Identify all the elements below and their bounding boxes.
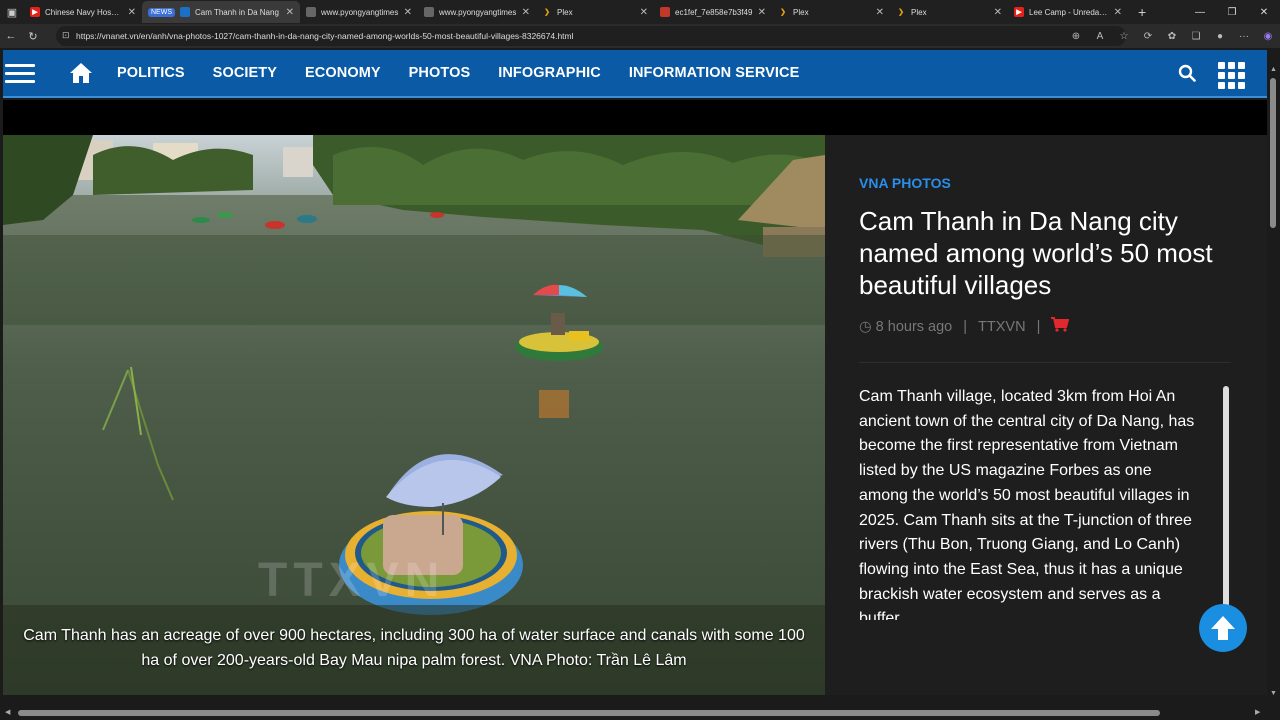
tab-title: Lee Camp - Unredacted [1029,7,1110,17]
browser-tab[interactable]: NEWS Cam Thanh in Da Nang ✕ [142,1,300,23]
url-text: https://vnanet.vn/en/anh/vna-photos-1027… [76,31,574,41]
close-tab-icon[interactable]: ✕ [1114,7,1122,18]
close-tab-icon[interactable]: ✕ [522,7,530,18]
site-navigation: POLITICS SOCIETY ECONOMY PHOTOS INFOGRAP… [3,50,1267,98]
image-icon [660,7,670,17]
scroll-right-arrow-icon[interactable]: ▶ [1255,708,1260,716]
nav-politics[interactable]: POLITICS [117,65,185,81]
tab-title: www.pyongyangtimes [439,7,517,17]
tab-title: Plex [557,7,573,17]
meta-separator: | [1036,318,1041,335]
youtube-icon: ▶ [30,7,40,17]
page-horizontal-scrollbar[interactable]: ◀ ▶ [0,705,1280,720]
scrollbar-thumb[interactable] [1270,78,1276,228]
browser-tab[interactable]: ❯ Plex ✕ [890,1,1008,23]
scroll-left-arrow-icon[interactable]: ◀ [5,708,10,716]
browser-tab[interactable]: ec1fef_7e858e7b3f49 ✕ [654,1,772,23]
tab-title: Cam Thanh in Da Nang [195,7,279,17]
cart-icon[interactable] [1051,317,1070,336]
scroll-up-arrow-icon[interactable]: ▲ [1267,66,1280,73]
tab-group-badge[interactable]: NEWS [148,7,175,17]
article-source: TTXVN [978,318,1026,335]
top-spacer [3,100,1267,135]
close-window-icon[interactable]: ✕ [1248,0,1280,24]
nav-economy[interactable]: ECONOMY [305,65,381,81]
plex-icon: ❯ [544,9,550,16]
search-icon[interactable] [1178,64,1196,87]
globe-icon [424,7,434,17]
article-body-scrollbar[interactable] [1223,386,1229,620]
back-icon[interactable]: ← [0,25,22,47]
extensions-icon[interactable]: ✿ [1160,31,1184,42]
youtube-icon: ▶ [1014,7,1024,17]
back-to-top-button[interactable] [1199,604,1247,652]
new-tab-button[interactable]: + [1128,4,1156,20]
nav-information-service[interactable]: INFORMATION SERVICE [629,65,800,81]
read-aloud-icon[interactable]: A [1088,31,1112,42]
zoom-icon[interactable]: ⊕ [1064,31,1088,42]
article-title: Cam Thanh in Da Nang city named among wo… [859,206,1213,300]
nav-photos[interactable]: PHOTOS [409,65,471,81]
favorite-star-icon[interactable]: ☆ [1112,31,1136,42]
article-meta: ◷ 8 hours ago | TTXVN | [859,317,1070,336]
close-tab-icon[interactable]: ✕ [286,7,294,18]
close-tab-icon[interactable]: ✕ [758,7,766,18]
photo-image [3,135,825,695]
close-tab-icon[interactable]: ✕ [640,7,648,18]
article-body: Cam Thanh village, located 3km from Hoi … [859,388,1195,620]
nav-infographic[interactable]: INFOGRAPHIC [498,65,601,81]
page-vertical-scrollbar[interactable]: ▲ ▼ [1267,50,1280,705]
browser-tab[interactable]: ▶ Chinese Navy Hospital ✕ [24,1,142,23]
arrow-up-icon [1211,616,1235,640]
close-tab-icon[interactable]: ✕ [404,7,412,18]
vnanet-icon [180,7,190,17]
hamburger-menu-icon[interactable] [5,63,35,83]
refresh-sync-icon[interactable]: ⟳ [1136,31,1160,42]
browser-tab[interactable]: www.pyongyangtimes ✕ [418,1,536,23]
collections-icon[interactable]: ❏ [1184,31,1208,42]
apps-grid-icon[interactable] [1218,62,1245,89]
tab-title: Chinese Navy Hospital [45,7,124,17]
url-field[interactable]: ⊡ https://vnanet.vn/en/anh/vna-photos-10… [56,26,1126,46]
scrollbar-thumb[interactable] [18,710,1160,716]
close-tab-icon[interactable]: ✕ [128,7,136,18]
reload-icon[interactable]: ↻ [22,25,44,47]
clock-icon: ◷ [859,318,872,335]
more-options-icon[interactable]: ··· [1232,31,1256,42]
copilot-icon[interactable]: ◉ [1256,31,1280,42]
home-icon[interactable] [69,61,93,85]
minimize-icon[interactable]: — [1184,0,1216,24]
browser-tab-strip: ▣ ▶ Chinese Navy Hospital ✕ NEWS Cam Thanh i… [0,0,1280,24]
category-link[interactable]: VNA PHOTOS [859,175,951,191]
browser-tab[interactable]: ❯ Plex ✕ [536,1,654,23]
tab-title: www.pyongyangtimes [321,7,399,17]
photo-watermark: TTXVN [258,554,446,607]
meta-separator: | [963,318,968,335]
site-info-icon[interactable]: ⊡ [62,30,70,41]
tab-title: Plex [911,7,927,17]
article-time: 8 hours ago [875,318,953,335]
page-bottom [3,695,1267,705]
tab-title: ec1fef_7e858e7b3f49 [675,7,753,17]
restore-icon[interactable]: ❐ [1216,0,1248,24]
close-tab-icon[interactable]: ✕ [994,7,1002,18]
plex-icon: ❯ [780,9,786,16]
nav-society[interactable]: SOCIETY [213,65,277,81]
browser-tab[interactable]: ❯ Plex ✕ [772,1,890,23]
address-bar: ← ↻ ⊡ https://vnanet.vn/en/anh/vna-photo… [0,24,1280,48]
plex-icon: ❯ [898,9,904,16]
article-panel: VNA PHOTOS Cam Thanh in Da Nang city nam… [825,135,1267,695]
photo-caption: Cam Thanh has an acreage of over 900 hec… [23,627,805,669]
article-body-scroll[interactable]: Cam Thanh village, located 3km from Hoi … [859,385,1195,620]
article-photo[interactable]: TTXVN Cam Thanh has an acreage of over 9… [3,135,825,695]
globe-icon [306,7,316,17]
tab-title: Plex [793,7,809,17]
close-tab-icon[interactable]: ✕ [876,7,884,18]
window-menu-icon[interactable]: ▣ [0,0,24,24]
profile-avatar[interactable]: ● [1208,31,1232,42]
divider [859,362,1231,363]
browser-tab[interactable]: www.pyongyangtimes ✕ [300,1,418,23]
browser-tab[interactable]: ▶ Lee Camp - Unredacted ✕ [1008,1,1128,23]
scroll-down-arrow-icon[interactable]: ▼ [1267,690,1280,697]
